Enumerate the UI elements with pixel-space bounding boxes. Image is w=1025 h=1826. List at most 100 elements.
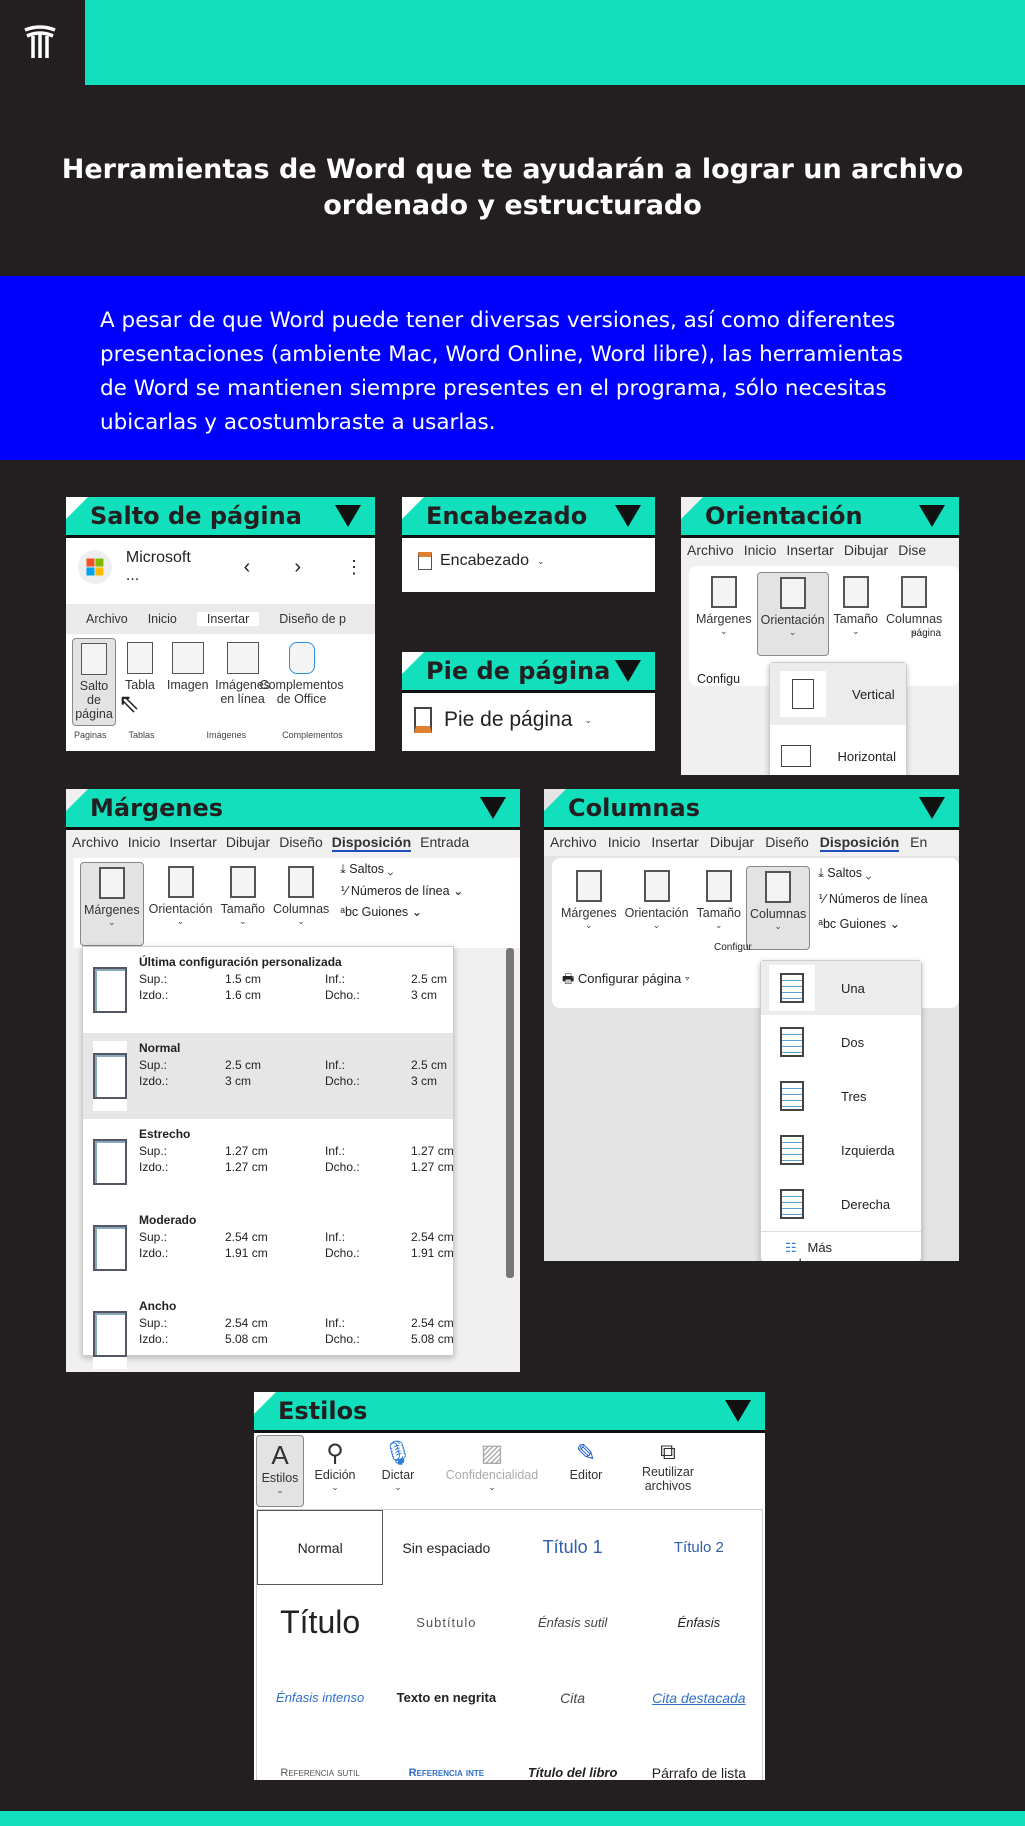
configurar-pagina-button[interactable]: 🖶 Configurar página ▿ bbox=[562, 970, 690, 992]
tab-disposicion[interactable]: Disposición bbox=[331, 834, 412, 852]
guiones-button[interactable]: ᵃbc Guiones ⌄ bbox=[340, 904, 463, 919]
tab-insertar[interactable]: Insertar bbox=[786, 542, 833, 558]
triangle-down-icon bbox=[615, 505, 641, 527]
forward-icon[interactable]: › bbox=[294, 556, 301, 579]
style-option[interactable]: Cita bbox=[510, 1690, 636, 1706]
tab-inicio[interactable]: Inicio bbox=[608, 834, 641, 852]
tab-dibujar[interactable]: Dibujar bbox=[710, 834, 754, 852]
group-label: Configur bbox=[714, 942, 752, 953]
back-icon[interactable]: ‹ bbox=[244, 556, 251, 579]
numeros-de-linea-button[interactable]: ⅟ Números de línea bbox=[818, 891, 927, 906]
tab-diseno[interactable]: Diseño de p bbox=[279, 612, 346, 626]
tab-archivo[interactable]: Archivo bbox=[687, 542, 734, 558]
tab-inicio[interactable]: Inicio bbox=[148, 612, 177, 626]
tab-archivo[interactable]: Archivo bbox=[550, 834, 597, 852]
tab-entrada[interactable]: Entrada bbox=[420, 834, 469, 852]
group-imagenes: Imágenes bbox=[206, 730, 247, 740]
scrollbar[interactable] bbox=[506, 948, 514, 1278]
style-option[interactable]: Párrafo de lista bbox=[636, 1765, 762, 1781]
tab-dibujar[interactable]: Dibujar bbox=[844, 542, 888, 558]
option-vertical[interactable]: Vertical bbox=[770, 663, 906, 725]
mas-columnas-link[interactable]: ☷ Más columnas... bbox=[761, 1231, 921, 1261]
margin-option[interactable]: Estrecho Sup.: 1.27 cm Inf.: 1.27 cm Izdo.: 1.… bbox=[83, 1119, 454, 1205]
bottom-bar bbox=[0, 1811, 1025, 1826]
more-icon[interactable]: ⋮ bbox=[345, 557, 363, 578]
encabezado-button[interactable]: Encabezado ⌄ bbox=[402, 538, 655, 584]
style-option[interactable]: Subtítulo bbox=[383, 1615, 509, 1630]
saltos-button[interactable]: ⤓ Saltos ⌄ bbox=[818, 866, 927, 881]
tab-diseno[interactable]: Dise bbox=[898, 542, 926, 558]
style-option[interactable]: Normal bbox=[257, 1510, 384, 1585]
pie-de-pagina-button[interactable]: Pie de página ⌄ bbox=[402, 693, 655, 747]
dictar-button[interactable]: 🎙 Dictar ⌄ bbox=[366, 1435, 430, 1507]
triangle-down-icon bbox=[335, 505, 361, 527]
style-option[interactable]: Texto en negrita bbox=[383, 1690, 509, 1705]
option-horizontal[interactable]: Horizontal bbox=[770, 725, 906, 775]
tab-archivo[interactable]: Archivo bbox=[72, 834, 119, 852]
style-option[interactable]: Cita destacada bbox=[636, 1690, 762, 1706]
group-paginas: Paginas bbox=[74, 730, 107, 740]
columnas-button[interactable]: Columnas ⌄ bbox=[270, 862, 332, 944]
editor-button[interactable]: ✎ Editor bbox=[554, 1435, 618, 1507]
columnas-button[interactable]: Columnas ⌄ bbox=[746, 866, 811, 950]
margenes-button[interactable]: Márgenes ⌄ bbox=[693, 572, 755, 680]
tab-dibujar[interactable]: Dibujar bbox=[226, 834, 270, 852]
card-title: Estilos bbox=[278, 1397, 368, 1425]
orientacion-button[interactable]: Orientación ⌄ bbox=[756, 572, 829, 656]
tab-archivo[interactable]: Archivo bbox=[86, 612, 128, 626]
configurar-pagina-button[interactable]: Configu bbox=[697, 672, 740, 686]
cursor-icon: ⇖ bbox=[118, 688, 140, 718]
tab-inicio[interactable]: Inicio bbox=[744, 542, 777, 558]
tab-disposicion[interactable]: Disposición bbox=[819, 834, 900, 852]
style-option[interactable]: Énfasis sutil bbox=[510, 1615, 636, 1630]
tamano-button[interactable]: Tamaño ⌄ bbox=[218, 862, 268, 944]
orientacion-button[interactable]: Orientación ⌄ bbox=[146, 862, 216, 944]
triangle-down-icon bbox=[919, 797, 945, 819]
style-option[interactable]: Título 1 bbox=[510, 1537, 636, 1558]
margin-option[interactable]: Normal Sup.: 2.5 cm Inf.: 2.5 cm Izdo.: 3 cm Dc… bbox=[83, 1033, 453, 1119]
option-name: Estrecho bbox=[139, 1127, 191, 1141]
option-name: Normal bbox=[139, 1041, 181, 1055]
confidencialidad-button[interactable]: ▨ Confidencialidad ⌄ bbox=[430, 1435, 554, 1507]
style-option[interactable]: Título 2 bbox=[636, 1539, 762, 1556]
saltos-button[interactable]: ⤓ Saltos ⌄ bbox=[340, 862, 463, 877]
style-option[interactable]: Sin espaciado bbox=[383, 1540, 509, 1556]
style-option[interactable]: Referencia sutil bbox=[257, 1767, 383, 1779]
margin-option[interactable]: Moderado Sup.: 2.54 cm Inf.: 2.54 cm Izdo.: 1.… bbox=[83, 1205, 454, 1291]
tab-insertar[interactable]: Insertar bbox=[169, 834, 216, 852]
guiones-button[interactable]: ᵃbc Guiones ⌄ bbox=[818, 916, 927, 931]
style-option[interactable]: Referencia inte bbox=[383, 1767, 509, 1779]
numeros-de-linea-button[interactable]: ⅟ Números de línea ⌄ bbox=[340, 883, 463, 898]
column-option[interactable]: Derecha bbox=[761, 1177, 921, 1231]
reutilizar-archivos-button[interactable]: ⧉ Reutilizar archivos bbox=[618, 1435, 718, 1507]
triangle-down-icon bbox=[615, 660, 641, 682]
style-option[interactable]: Título del libro bbox=[510, 1765, 636, 1780]
estilos-button[interactable]: A Estilos ⌄ bbox=[256, 1435, 304, 1507]
tab-inicio[interactable]: Inicio bbox=[128, 834, 161, 852]
margin-option[interactable]: Ancho Sup.: 2.54 cm Inf.: 2.54 cm Izdo.: 5.08 … bbox=[83, 1291, 454, 1372]
imagen-button[interactable]: Imagen bbox=[164, 638, 212, 726]
salto-de-pagina-button[interactable]: Salto de página bbox=[72, 638, 116, 726]
tab-diseno[interactable]: Diseño bbox=[279, 834, 323, 852]
style-option[interactable]: Título bbox=[257, 1604, 383, 1641]
tamano-button[interactable]: Tamaño ⌄ bbox=[694, 866, 744, 1000]
style-option[interactable]: Énfasis bbox=[636, 1615, 762, 1630]
column-option[interactable]: Izquierda bbox=[761, 1123, 921, 1177]
edicion-button[interactable]: ⚲ Edición ⌄ bbox=[304, 1435, 366, 1507]
margenes-card: Márgenes Archivo Inicio Insertar Dibujar Dis… bbox=[66, 789, 520, 1372]
tab-entrada[interactable]: En bbox=[910, 834, 927, 852]
styles-gallery: Normal Sin espaciado Título 1 Título 2 Títul… bbox=[256, 1509, 763, 1780]
app-name: Microsoft ... bbox=[125, 549, 191, 584]
complementos-button[interactable]: Complementos de Office bbox=[260, 638, 344, 726]
tab-diseno[interactable]: Diseño bbox=[765, 834, 809, 852]
column-option[interactable]: Tres bbox=[761, 1069, 921, 1123]
columns-icon bbox=[769, 1019, 815, 1065]
tab-insertar[interactable]: Insertar bbox=[196, 612, 260, 626]
margenes-menu: Última configuración personalizada Sup.: 1… bbox=[82, 946, 454, 1369]
tab-insertar[interactable]: Insertar bbox=[651, 834, 698, 852]
margin-option[interactable]: Última configuración personalizada Sup.: 1… bbox=[83, 947, 453, 1033]
column-option[interactable]: Dos bbox=[761, 1015, 921, 1069]
margenes-button[interactable]: Márgenes ⌄ bbox=[80, 862, 144, 946]
style-option[interactable]: Énfasis intenso bbox=[257, 1690, 383, 1705]
column-option[interactable]: Una bbox=[761, 961, 921, 1015]
